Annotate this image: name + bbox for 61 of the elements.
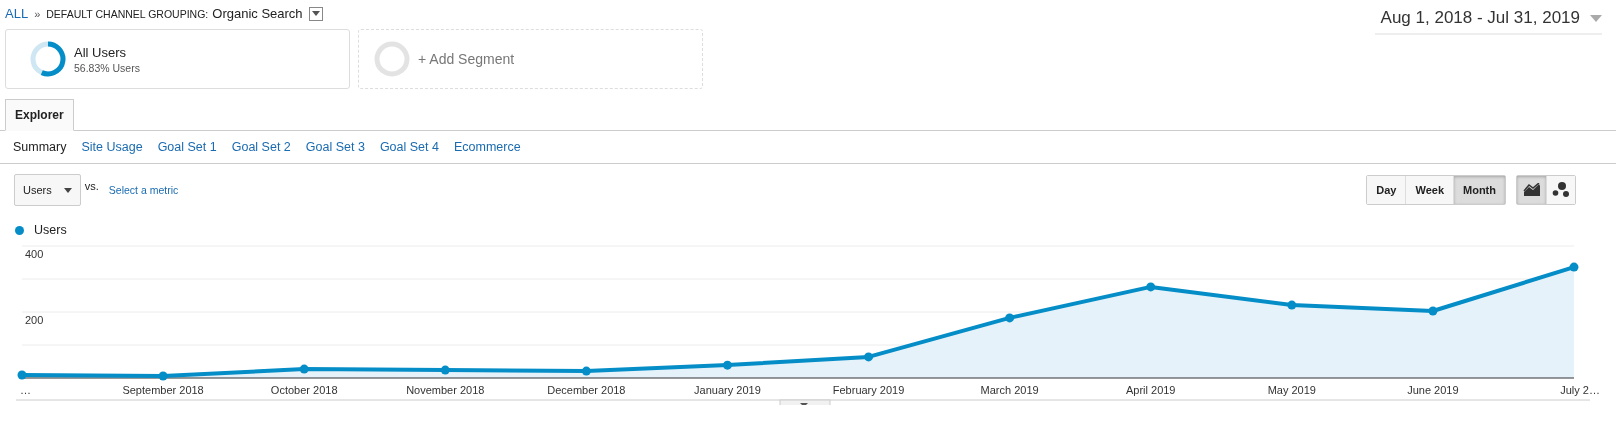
report-tab[interactable]: Summary xyxy=(13,140,67,154)
x-axis-label: November 2018 xyxy=(406,384,485,396)
x-axis-label: June 2019 xyxy=(1407,384,1459,396)
x-axis-label: December 2018 xyxy=(547,384,626,396)
donut-icon xyxy=(30,41,66,77)
date-range-picker[interactable]: Aug 1, 2018 - Jul 31, 2019 xyxy=(1374,6,1602,35)
data-point xyxy=(1428,306,1438,316)
vs-label: vs. xyxy=(84,180,99,192)
segment-title: All Users xyxy=(74,44,127,60)
data-point xyxy=(158,371,168,381)
caret-icon xyxy=(63,187,72,193)
data-point xyxy=(864,352,874,362)
y-axis-label: 200 xyxy=(25,314,44,326)
report-tab[interactable]: Goal Set 3 xyxy=(305,140,365,154)
report-tab[interactable]: Site Usage xyxy=(81,140,143,154)
period-button[interactable]: Week xyxy=(1405,176,1453,204)
metric-dropdown[interactable]: Users xyxy=(14,174,81,206)
data-point xyxy=(722,360,732,370)
select-metric-link[interactable]: Select a metric xyxy=(108,184,179,196)
data-point xyxy=(1005,313,1015,323)
report-tab[interactable]: Goal Set 1 xyxy=(157,140,217,154)
data-point xyxy=(1287,300,1297,310)
add-segment-button[interactable]: + Add Segment xyxy=(358,29,703,89)
line-chart-icon xyxy=(1522,183,1541,197)
circle-icon xyxy=(374,41,410,77)
x-axis-label: March 2019 xyxy=(980,384,1039,396)
report-tab[interactable]: Ecommerce xyxy=(453,140,521,154)
data-point xyxy=(1146,282,1156,292)
x-axis-label: September 2018 xyxy=(122,384,204,396)
x-axis-label: April 2019 xyxy=(1125,384,1176,396)
report-tab[interactable]: Goal Set 2 xyxy=(231,140,291,154)
x-axis-label: January 2019 xyxy=(694,384,761,396)
line-chart-button[interactable] xyxy=(1517,176,1546,204)
x-axis-label: October 2018 xyxy=(270,384,338,396)
bubbles-icon xyxy=(1552,182,1570,198)
data-point xyxy=(299,364,309,374)
tab[interactable]: Explorer xyxy=(5,99,74,131)
dropdown-button[interactable] xyxy=(308,6,323,21)
x-axis-label: … xyxy=(20,384,31,396)
segment-subtitle: 56.83% Users xyxy=(74,61,140,74)
x-axis-label: February 2019 xyxy=(832,384,905,396)
x-axis-label: July 2… xyxy=(1560,384,1600,396)
bubble-chart-button[interactable] xyxy=(1546,176,1575,204)
data-point xyxy=(1569,262,1579,272)
collapse-handle[interactable] xyxy=(779,399,831,405)
period-button[interactable]: Month xyxy=(1453,176,1505,204)
breadcrumb-separator: » xyxy=(34,7,41,20)
y-axis-label: 400 xyxy=(25,248,44,260)
report-tab[interactable]: Goal Set 4 xyxy=(379,140,439,154)
data-point xyxy=(17,370,27,380)
dimension-label: DEFAULT CHANNEL GROUPING: xyxy=(46,7,209,20)
caret-icon xyxy=(1590,14,1602,22)
caret-icon xyxy=(311,11,320,16)
period-button[interactable]: Day xyxy=(1367,176,1406,204)
data-point xyxy=(581,366,591,376)
dimension-value: Organic Search xyxy=(212,6,303,21)
legend-label: Users xyxy=(34,223,67,237)
data-point xyxy=(440,365,450,375)
segment-card[interactable]: All Users 56.83% Users xyxy=(5,29,350,89)
breadcrumb-link[interactable]: ALL xyxy=(5,6,29,21)
x-axis-label: May 2019 xyxy=(1267,384,1316,396)
